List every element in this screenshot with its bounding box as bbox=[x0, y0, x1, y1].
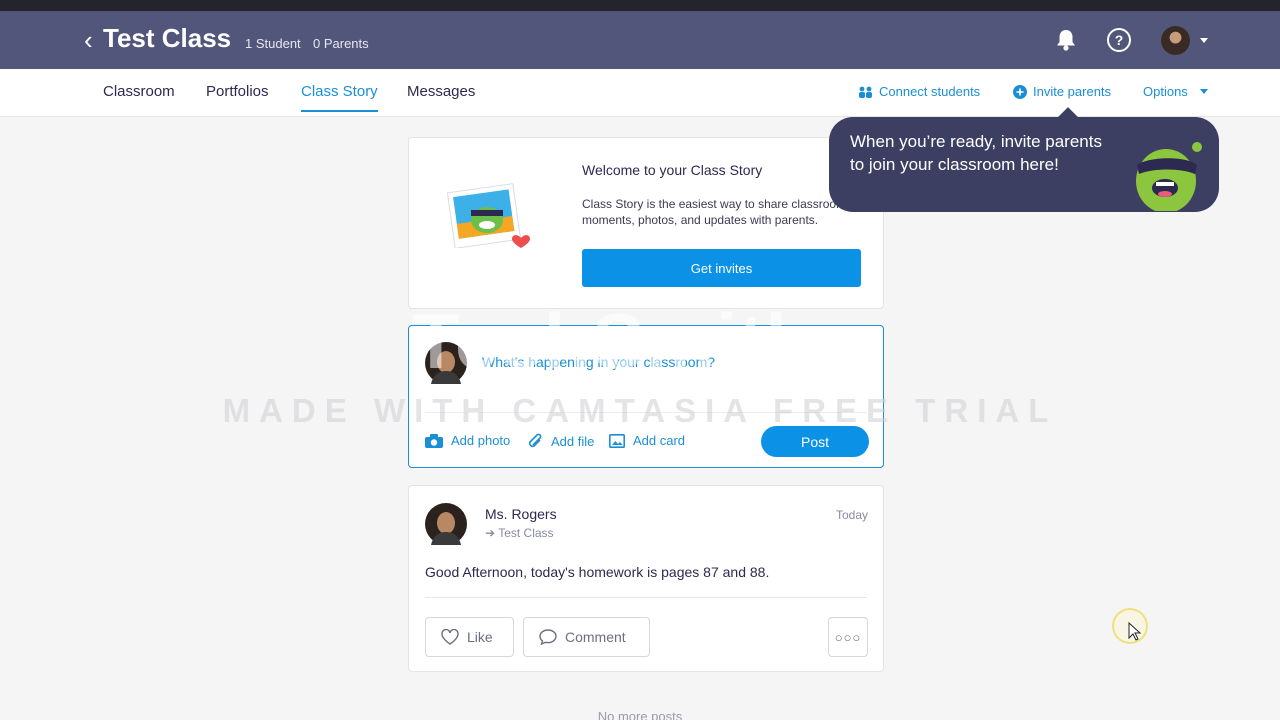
welcome-card: Welcome to your Class Story Class Story … bbox=[408, 137, 884, 309]
camera-icon bbox=[425, 433, 443, 448]
invite-parents-label: Invite parents bbox=[1033, 84, 1112, 99]
student-count[interactable]: 1 Student bbox=[245, 36, 301, 51]
add-card-label: Add card bbox=[633, 433, 686, 448]
no-more-posts: No more posts bbox=[597, 709, 683, 720]
more-options-button[interactable]: ○○○ bbox=[828, 617, 868, 657]
class-story-illustration bbox=[447, 183, 530, 248]
techsmith-watermark-logo: TechSmith bbox=[412, 297, 814, 385]
students-icon bbox=[859, 86, 872, 98]
tab-portfolios[interactable]: Portfolios bbox=[206, 83, 269, 110]
divider bbox=[425, 597, 867, 598]
top-header: ‹ Test Class 1 Student 0 Parents ? bbox=[0, 0, 1280, 69]
paperclip-icon bbox=[528, 433, 542, 448]
chevron-down-icon[interactable] bbox=[1200, 38, 1208, 43]
add-photo-button[interactable]: Add photo bbox=[425, 433, 510, 448]
connect-students-label: Connect students bbox=[879, 84, 981, 99]
class-title: Test Class bbox=[103, 23, 232, 53]
avatar bbox=[425, 503, 467, 545]
camtasia-watermark-text: MADE WITH CAMTASIA FREE TRIAL bbox=[222, 392, 1058, 429]
tab-classroom[interactable]: Classroom bbox=[103, 83, 175, 110]
add-card-button[interactable]: Add card bbox=[609, 433, 685, 448]
welcome-title: Welcome to your Class Story bbox=[582, 162, 763, 178]
plus-circle-icon bbox=[1013, 84, 1027, 99]
options-label: Options bbox=[1143, 84, 1188, 99]
options-dropdown[interactable]: Options bbox=[1143, 84, 1208, 99]
image-card-icon bbox=[609, 433, 625, 448]
comment-label: Comment bbox=[565, 629, 626, 645]
post-author[interactable]: Ms. Rogers bbox=[485, 506, 557, 522]
welcome-description: Class Story is the easiest way to share … bbox=[582, 197, 847, 227]
monster-mascot-icon bbox=[1136, 142, 1202, 211]
post-body: Good Afternoon, today's homework is page… bbox=[425, 564, 770, 580]
parent-count[interactable]: 0 Parents bbox=[313, 36, 369, 51]
like-label: Like bbox=[467, 629, 493, 645]
add-photo-label: Add photo bbox=[451, 433, 511, 448]
tab-messages[interactable]: Messages bbox=[407, 83, 475, 110]
invite-parents-link[interactable]: Invite parents bbox=[1013, 84, 1111, 99]
add-file-button[interactable]: Add file bbox=[527, 433, 594, 449]
connect-students-link[interactable]: Connect students bbox=[858, 84, 980, 99]
comment-icon bbox=[539, 629, 557, 645]
add-file-label: Add file bbox=[551, 433, 595, 449]
post-class-name: Test Class bbox=[498, 526, 554, 540]
user-avatar[interactable] bbox=[1161, 26, 1190, 55]
back-chevron-icon[interactable]: ‹ bbox=[84, 27, 93, 53]
svg-text:?: ? bbox=[1115, 32, 1124, 48]
chevron-down-icon bbox=[1199, 89, 1208, 94]
heart-icon bbox=[441, 629, 459, 645]
help-icon[interactable]: ? bbox=[1106, 27, 1132, 53]
post-button[interactable]: Post bbox=[761, 426, 869, 457]
mouse-pointer-icon bbox=[1128, 622, 1142, 641]
comment-button[interactable]: Comment bbox=[523, 617, 650, 657]
tab-class-story[interactable]: Class Story bbox=[301, 83, 378, 112]
post-class: ➔ Test Class bbox=[485, 526, 554, 540]
class-nav: Classroom Portfolios Class Story Message… bbox=[0, 69, 1280, 117]
story-post: Ms. Rogers ➔ Test Class Today Good After… bbox=[408, 485, 884, 672]
invite-parents-tooltip[interactable]: When you’re ready, invite parents to joi… bbox=[829, 107, 1219, 212]
post-timestamp: Today bbox=[835, 508, 868, 522]
arrow-right-icon: ➔ bbox=[485, 526, 496, 540]
get-invites-button[interactable]: Get invites bbox=[582, 249, 861, 287]
like-button[interactable]: Like bbox=[425, 617, 514, 657]
bell-icon[interactable] bbox=[1053, 27, 1079, 53]
tooltip-text: When you’re ready, invite parents to joi… bbox=[850, 132, 1102, 174]
